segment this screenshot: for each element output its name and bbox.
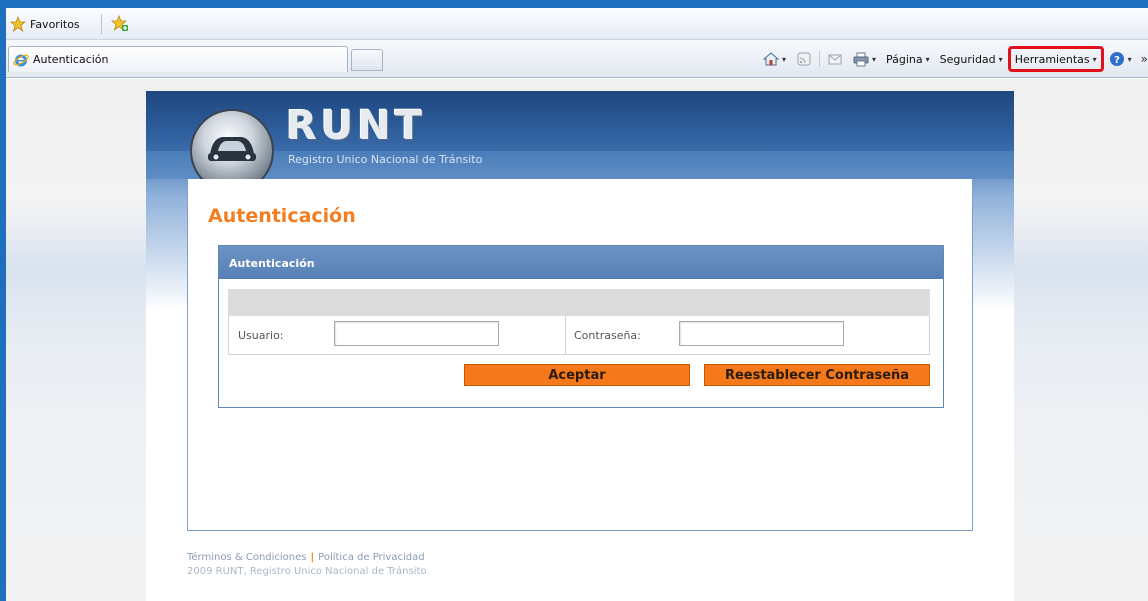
home-dropdown-icon: ▾ <box>781 54 786 64</box>
login-panel: Autenticación Usuario: Contraseña: Acept… <box>218 245 944 408</box>
tab-autenticacion[interactable]: Autenticación <box>8 46 348 72</box>
tab-title: Autenticación <box>33 53 109 66</box>
reset-password-button[interactable]: Reestablecer Contraseña <box>704 364 930 386</box>
privacy-link[interactable]: Política de Privacidad <box>318 552 424 563</box>
password-input[interactable] <box>679 321 844 346</box>
read-mail-button[interactable] <box>822 48 848 70</box>
login-grid-band <box>228 289 930 316</box>
command-overflow-icon[interactable]: » <box>1141 52 1148 66</box>
add-favorite-icon[interactable] <box>108 14 130 34</box>
favorites-bar: Favoritos <box>6 8 1148 40</box>
runt-brand: RUNT <box>286 103 427 149</box>
terms-link[interactable]: Términos & Condiciones <box>187 552 307 563</box>
seguridad-menu[interactable]: Seguridad ▾ <box>935 48 1008 70</box>
favorites-separator <box>101 14 102 34</box>
copyright-text: 2009 RUNT, Registro Unico Nacional de Tr… <box>187 566 427 577</box>
seguridad-dropdown-icon: ▾ <box>998 54 1003 64</box>
help-dropdown-icon: ▾ <box>1127 54 1132 64</box>
print-button[interactable]: ▾ <box>848 48 881 70</box>
footer-separator: | <box>310 552 315 563</box>
seguridad-menu-label: Seguridad <box>939 52 996 66</box>
runt-page: RUNT Registro Unico Nacional de Tránsito… <box>146 91 1014 601</box>
password-label: Contraseña: <box>574 329 641 342</box>
user-input[interactable] <box>334 321 499 346</box>
command-bar: ▾ ▾ Página ▾ Seguridad ▾ Herramientas ▾ … <box>758 40 1148 78</box>
fields-divider <box>565 316 566 354</box>
login-panel-header: Autenticación <box>219 246 943 279</box>
help-menu[interactable]: ? ▾ <box>1104 48 1137 70</box>
new-tab-button[interactable] <box>351 49 383 71</box>
favorites-star-icon <box>10 16 26 32</box>
pagina-menu-label: Página <box>886 52 923 66</box>
runt-brand-subtitle: Registro Unico Nacional de Tránsito <box>288 153 483 166</box>
user-label: Usuario: <box>238 329 284 342</box>
page-viewport: RUNT Registro Unico Nacional de Tránsito… <box>6 79 1148 601</box>
favorites-label: Favoritos <box>30 17 80 31</box>
accept-button[interactable]: Aceptar <box>464 364 690 386</box>
ie-page-icon <box>13 54 29 66</box>
pagina-dropdown-icon: ▾ <box>925 54 930 64</box>
mail-icon <box>828 54 842 65</box>
home-button[interactable]: ▾ <box>758 48 791 70</box>
window-frame-top <box>0 0 1148 8</box>
feeds-button[interactable] <box>791 48 817 70</box>
content-box: Autenticación Autenticación Usuario: Con… <box>187 179 973 531</box>
herramientas-menu[interactable]: Herramientas ▾ <box>1007 46 1104 72</box>
login-fields-row: Usuario: Contraseña: <box>228 316 930 355</box>
herramientas-menu-label: Herramientas <box>1014 52 1090 66</box>
help-icon: ? <box>1109 52 1124 66</box>
herramientas-dropdown-icon: ▾ <box>1092 54 1097 64</box>
page-title: Autenticación <box>208 205 356 227</box>
home-icon <box>762 52 779 66</box>
car-logo-icon <box>208 137 256 161</box>
pagina-menu[interactable]: Página ▾ <box>881 48 935 70</box>
command-separator <box>819 51 820 67</box>
favorites-button[interactable]: Favoritos <box>10 15 80 33</box>
print-icon <box>853 52 869 67</box>
feeds-icon <box>797 52 811 66</box>
svg-text:?: ? <box>1114 55 1120 66</box>
site-footer: Términos & Condiciones | Política de Priva… <box>187 551 427 579</box>
print-dropdown-icon: ▾ <box>872 54 877 64</box>
